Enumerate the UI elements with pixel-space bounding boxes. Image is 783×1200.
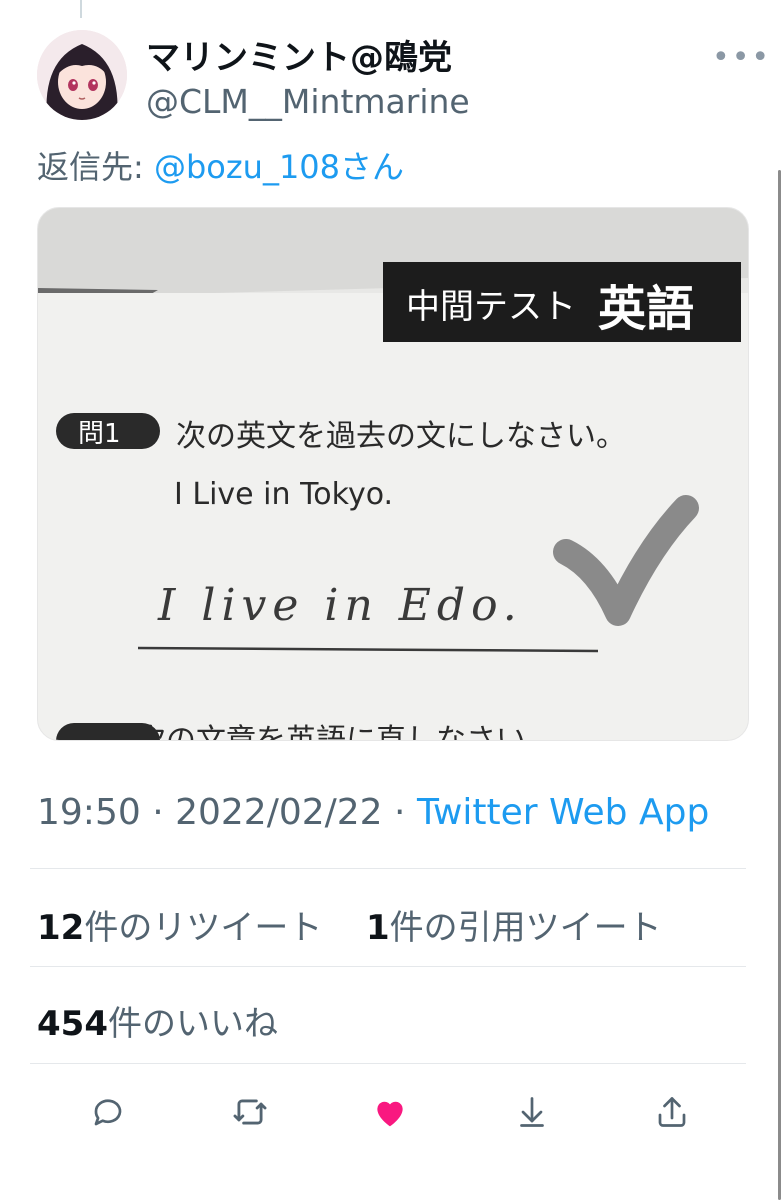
likes-count: 454 bbox=[37, 1004, 108, 1044]
q2-text: 次の文章を英語に直しなさい bbox=[136, 723, 526, 740]
retweets-label: 件のリツイート bbox=[84, 908, 323, 948]
bookmark-down-icon[interactable] bbox=[508, 1088, 556, 1136]
share-icon[interactable] bbox=[648, 1088, 696, 1136]
heart-icon[interactable] bbox=[366, 1088, 414, 1136]
tweet-photo[interactable]: 中間テスト 英語 問1 次の英文を過去の文にしなさい。 I Live in To… bbox=[37, 207, 749, 741]
display-name[interactable]: マリンミント@鴎党 bbox=[146, 30, 452, 79]
q1-text: 次の英文を過去の文にしなさい。 bbox=[176, 419, 626, 454]
tweet-date[interactable]: 2022/02/22 bbox=[175, 792, 383, 833]
user-handle[interactable]: @CLM__Mintmarine bbox=[146, 82, 470, 121]
likes-label: 件のいいね bbox=[107, 1004, 278, 1044]
tweet-time[interactable]: 19:50 bbox=[37, 792, 141, 833]
tweet-source[interactable]: Twitter Web App bbox=[417, 792, 709, 833]
test-header-small: 中間テスト bbox=[406, 287, 576, 327]
divider bbox=[30, 1063, 746, 1064]
retweet-stats: 12件のリツイート 1件の引用ツイート bbox=[37, 900, 662, 949]
quotes-link[interactable]: 1件の引用ツイート bbox=[366, 908, 662, 948]
quotes-count: 1 bbox=[365, 908, 390, 948]
retweets-count: 12 bbox=[37, 908, 85, 948]
action-bar bbox=[0, 1088, 783, 1136]
likes-stats[interactable]: 454件のいいね bbox=[37, 996, 278, 1045]
q1-sentence: I Live in Tokyo. bbox=[174, 477, 393, 512]
retweets-link[interactable]: 12件のリツイート bbox=[37, 908, 322, 948]
meta-separator: · bbox=[140, 792, 176, 833]
reply-to-link[interactable]: @bozu_108さん bbox=[154, 148, 404, 186]
divider bbox=[30, 868, 746, 869]
quotes-label: 件の引用ツイート bbox=[389, 908, 662, 948]
avatar[interactable] bbox=[37, 30, 127, 120]
retweet-icon[interactable] bbox=[226, 1088, 274, 1136]
tweet-timestamp: 19:50 · 2022/02/22 · Twitter Web App bbox=[37, 792, 709, 833]
q1-label: 問1 bbox=[78, 419, 121, 449]
reply-to-line: 返信先: @bozu_108さん bbox=[37, 142, 404, 188]
divider bbox=[30, 966, 746, 967]
reply-icon[interactable] bbox=[84, 1088, 132, 1136]
more-icon[interactable]: ••• bbox=[712, 40, 771, 75]
test-header-big: 英語 bbox=[598, 281, 694, 337]
reply-prefix: 返信先: bbox=[37, 148, 154, 186]
scrollbar[interactable] bbox=[778, 170, 781, 1200]
thread-line bbox=[80, 0, 82, 18]
meta-separator: · bbox=[382, 792, 417, 833]
handwritten-answer: I live in Edo. bbox=[157, 580, 523, 631]
